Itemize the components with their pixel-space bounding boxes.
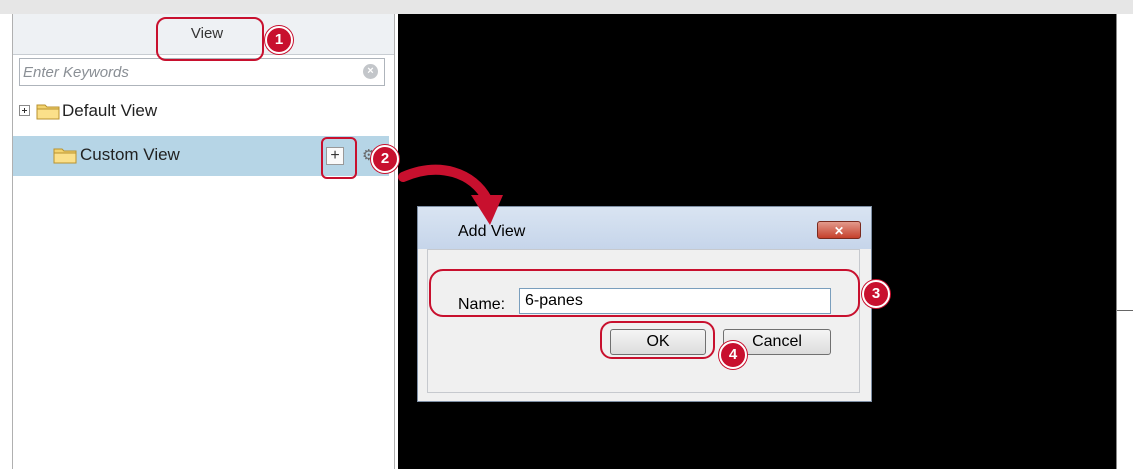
callout-highlight-ok-button — [600, 321, 715, 359]
clear-search-icon[interactable]: × — [363, 64, 378, 79]
callout-highlight-view-tab — [156, 17, 264, 61]
search-input[interactable] — [23, 59, 353, 85]
expand-icon[interactable] — [19, 105, 30, 116]
curved-arrow-icon — [398, 164, 503, 225]
search-box: × — [19, 58, 385, 86]
step-badge-4: 4 — [719, 341, 747, 369]
tree-item-label: Default View — [62, 101, 158, 120]
callout-highlight-name-field — [429, 269, 860, 317]
tree-item-default-view[interactable]: Default View — [13, 92, 394, 132]
step-badge-1: 1 — [265, 26, 293, 54]
step-badge-3: 3 — [862, 280, 890, 308]
view-panel: View × Default View Custom View + ⚙ — [12, 14, 395, 469]
close-dialog-button[interactable]: ✕ — [817, 221, 861, 239]
step-badge-2: 2 — [371, 145, 399, 173]
divider — [1117, 310, 1133, 311]
top-toolbar-strip — [0, 0, 1133, 14]
right-edge-panel — [1116, 14, 1133, 469]
folder-icon — [36, 104, 60, 120]
callout-highlight-add-button — [321, 137, 357, 179]
tree-item-label: Custom View — [80, 145, 180, 164]
folder-icon — [53, 148, 77, 164]
